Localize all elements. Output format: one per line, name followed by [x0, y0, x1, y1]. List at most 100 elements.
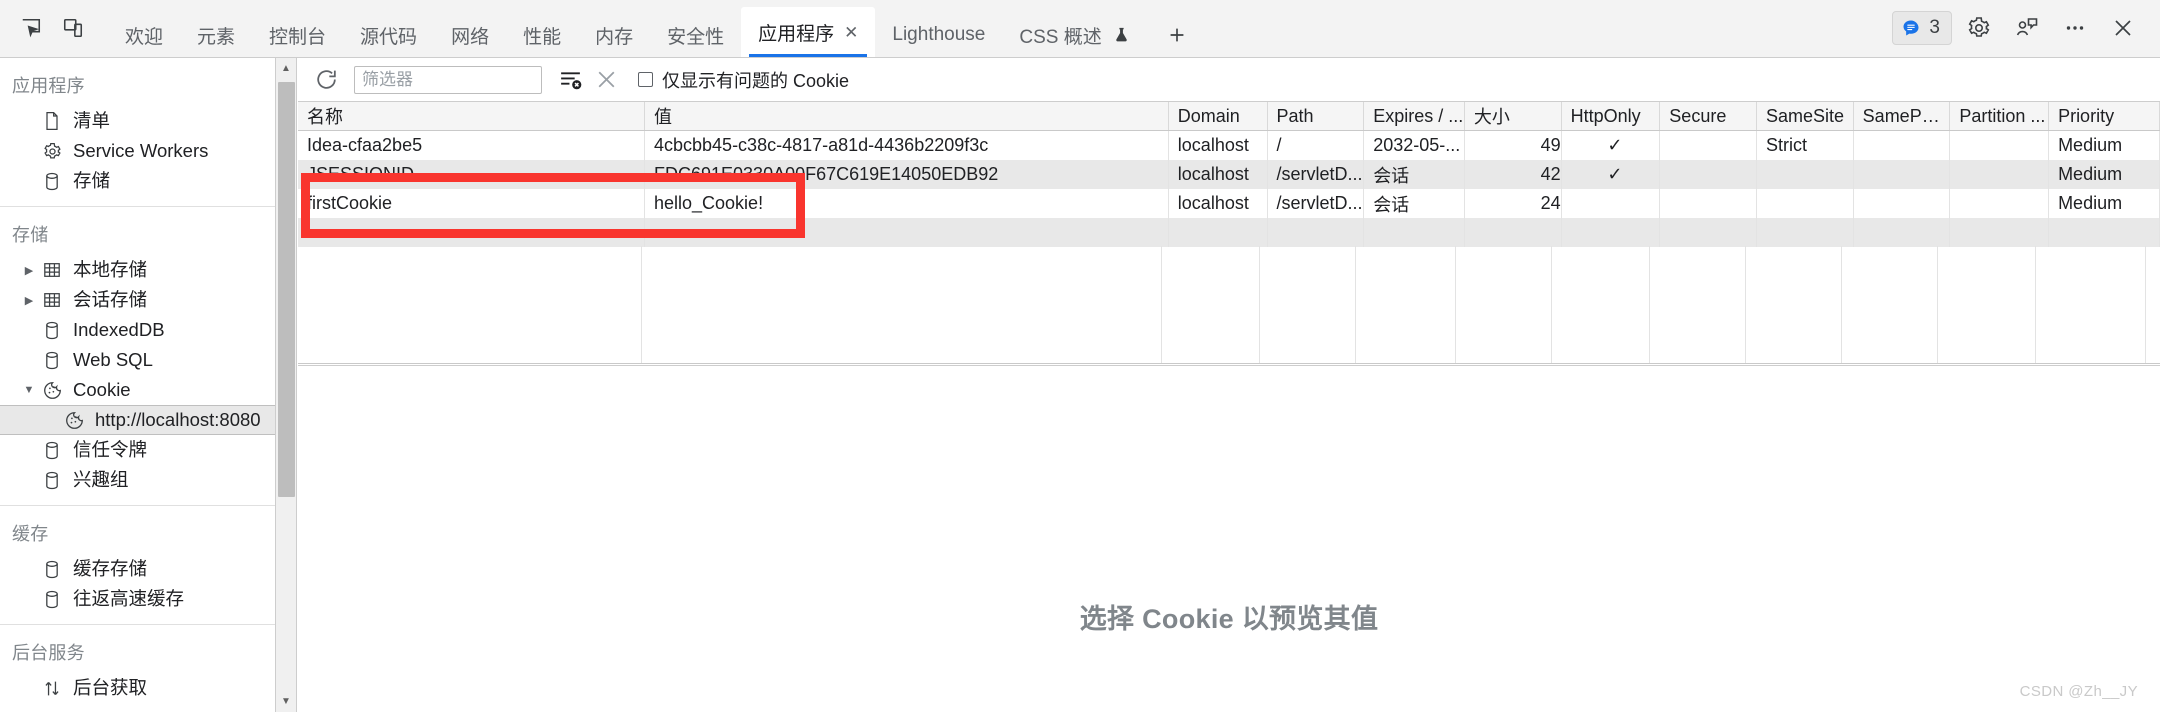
sidebar-item-cache-storage[interactable]: 缓存存储: [0, 554, 275, 584]
cell-domain: localhost: [1168, 189, 1268, 218]
sidebar-item-websql[interactable]: Web SQL: [0, 345, 275, 375]
column-header-name[interactable]: 名称: [298, 102, 645, 131]
only-problem-cookies-checkbox[interactable]: 仅显示有问题的 Cookie: [638, 67, 849, 93]
flask-icon: [1113, 26, 1130, 44]
device-toolbar-icon[interactable]: [52, 7, 94, 49]
gear-icon: [40, 140, 64, 162]
gear-icon[interactable]: [1958, 7, 2000, 49]
sidebar-item-cookie-localhost-8080[interactable]: http://localhost:8080: [0, 405, 275, 435]
sidebar-item-service-workers[interactable]: Service Workers: [0, 136, 275, 166]
cookies-panel: 仅显示有问题的 Cookie 名称 值 Domain Path Expires: [298, 58, 2160, 712]
sidebar-item-storage[interactable]: 存储: [0, 166, 275, 196]
tab-css-overview[interactable]: CSS 概述: [1002, 13, 1146, 57]
cell-sameparty: [1853, 160, 1951, 189]
tab-welcome[interactable]: 欢迎: [108, 13, 180, 57]
tab-sources[interactable]: 源代码: [343, 13, 434, 57]
cell-expires: 会话: [1363, 189, 1465, 218]
sidebar-item-background-fetch[interactable]: 后台获取: [0, 673, 275, 703]
scrollbar-thumb[interactable]: [278, 82, 295, 497]
column-header-domain[interactable]: Domain: [1168, 102, 1268, 131]
chevron-right-icon[interactable]: ▶: [22, 293, 36, 307]
sidebar-item-label: 兴趣组: [73, 468, 129, 490]
sidebar-item-label: Cookie: [73, 378, 131, 400]
chevron-right-icon[interactable]: ▶: [22, 263, 36, 277]
cell-expires: 会话: [1363, 160, 1465, 189]
table-row[interactable]: Idea-cfaa2be5 4cbcbb45-c38c-4817-a81d-44…: [298, 130, 2160, 160]
sidebar-item-interest-groups[interactable]: 兴趣组: [0, 465, 275, 495]
search-input[interactable]: [354, 65, 542, 94]
column-header-priority[interactable]: Priority: [2048, 102, 2160, 131]
cell-partition: [1949, 160, 2050, 189]
column-header-partition[interactable]: Partition ...: [1949, 102, 2050, 131]
table-row[interactable]: firstCookie hello_Cookie! localhost /ser…: [298, 189, 2160, 218]
more-options-icon[interactable]: [2054, 7, 2096, 49]
sidebar-item-session-storage[interactable]: ▶ 会话存储: [0, 285, 275, 315]
checkbox-box[interactable]: [638, 72, 653, 87]
sidebar-section-title: 缓存: [12, 524, 49, 544]
sidebar-item-label: 后台获取: [73, 676, 148, 698]
feedback-icon[interactable]: [2006, 7, 2048, 49]
tab-application[interactable]: 应用程序 ✕: [741, 7, 876, 57]
inspect-element-icon[interactable]: [10, 7, 52, 49]
close-icon[interactable]: ✕: [844, 24, 858, 41]
sidebar-item-label: http://localhost:8080: [95, 408, 261, 430]
application-sidebar[interactable]: 应用程序 清单 Service Workers 存储 存储 ▶ 本地存储 ▶ 会…: [0, 58, 276, 712]
tab-security[interactable]: 安全性: [650, 13, 741, 57]
tabbar-right-actions: 3: [1892, 0, 2160, 57]
table-row[interactable]: JSESSIONID FDC691E0330A00F67C619E14050ED…: [298, 160, 2160, 189]
column-header-path[interactable]: Path: [1267, 102, 1365, 131]
cell-expires: 2032-05-...: [1363, 130, 1465, 160]
column-header-secure[interactable]: Secure: [1659, 102, 1757, 131]
devtools-window: 欢迎 元素 控制台 源代码 网络 性能 内存 安全性 应用程序 ✕ Lighth…: [0, 0, 2160, 712]
cell-secure: [1659, 160, 1757, 189]
cell-partition: [1949, 130, 2050, 160]
tab-network[interactable]: 网络: [434, 13, 506, 57]
sidebar-item-cookie[interactable]: ▼ Cookie: [0, 375, 275, 405]
message-count-button[interactable]: 3: [1892, 11, 1952, 45]
cookie-preview-pane: 选择 Cookie 以预览其值: [298, 365, 2160, 712]
sidebar-item-back-forward-cache[interactable]: 往返高速缓存: [0, 584, 275, 614]
cookies-table-container[interactable]: 名称 值 Domain Path Expires / ... 大小 HttpOn…: [298, 102, 2160, 364]
clear-all-cookies-icon[interactable]: [588, 62, 624, 98]
cell-priority: Medium: [2048, 160, 2160, 189]
sidebar-section-title: 应用程序: [12, 76, 85, 96]
refresh-icon[interactable]: [308, 62, 344, 98]
cell-secure: [1659, 130, 1757, 160]
new-tab-button[interactable]: [1155, 13, 1199, 57]
cell-name: Idea-cfaa2be5: [298, 130, 645, 160]
tab-elements[interactable]: 元素: [180, 13, 252, 57]
chevron-down-icon[interactable]: ▼: [22, 383, 36, 397]
tab-console[interactable]: 控制台: [252, 13, 343, 57]
sidebar-item-manifest[interactable]: 清单: [0, 106, 275, 136]
sidebar-section-cache: 缓存 缓存存储 往返高速缓存: [0, 506, 275, 624]
cell-sameparty: [1853, 130, 1951, 160]
tab-lighthouse[interactable]: Lighthouse: [875, 13, 1002, 57]
cookie-icon: [62, 409, 86, 431]
scroll-up-arrow-icon[interactable]: ▲: [276, 58, 296, 79]
column-header-samesite[interactable]: SameSite: [1756, 102, 1854, 131]
tab-performance[interactable]: 性能: [506, 13, 578, 57]
sidebar-item-label: Web SQL: [73, 348, 153, 370]
clear-filter-icon[interactable]: [552, 62, 588, 98]
database-icon: [40, 170, 64, 192]
sidebar-section-storage: 存储 ▶ 本地存储 ▶ 会话存储 IndexedDB Web SQL ▼ Coo…: [0, 207, 275, 505]
table-empty-area: [298, 246, 2160, 363]
sidebar-scrollbar[interactable]: ▲ ▼: [276, 58, 297, 712]
tab-label: 欢迎: [125, 26, 164, 48]
tab-label: 网络: [451, 26, 490, 48]
sidebar-item-trust-tokens[interactable]: 信任令牌: [0, 435, 275, 465]
tab-memory[interactable]: 内存: [578, 13, 650, 57]
sidebar-item-indexeddb[interactable]: IndexedDB: [0, 315, 275, 345]
column-header-sameparty[interactable]: SameParty: [1853, 102, 1951, 131]
close-devtools-icon[interactable]: [2102, 7, 2144, 49]
column-header-size[interactable]: 大小: [1464, 102, 1562, 131]
column-header-expires[interactable]: Expires / ...: [1363, 102, 1465, 131]
scroll-down-arrow-icon[interactable]: ▼: [276, 691, 296, 712]
cell-name: JSESSIONID: [298, 160, 645, 189]
sidebar-section-title: 存储: [12, 225, 49, 245]
column-header-httponly[interactable]: HttpOnly: [1561, 102, 1661, 131]
sidebar-item-local-storage[interactable]: ▶ 本地存储: [0, 255, 275, 285]
database-icon: [40, 588, 64, 610]
column-header-value[interactable]: 值: [644, 102, 1169, 131]
cell-size: 49: [1464, 130, 1562, 160]
